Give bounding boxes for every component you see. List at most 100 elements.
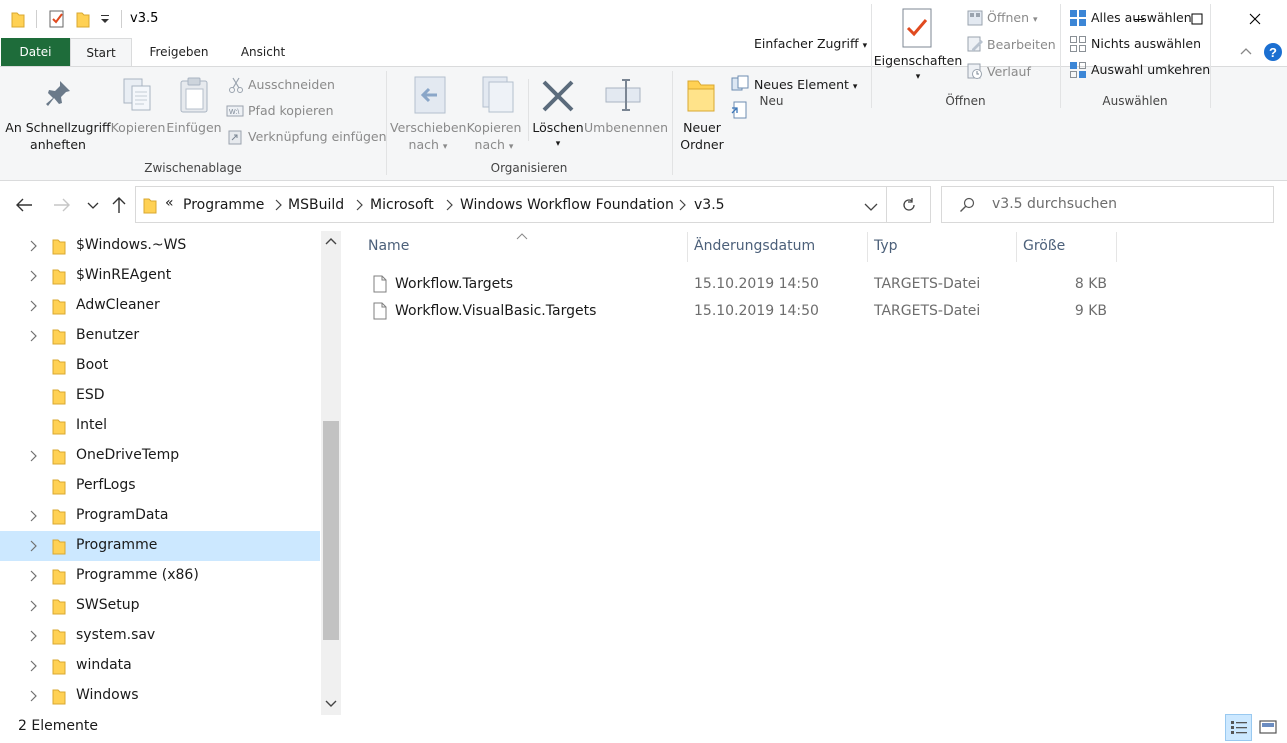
large-icons-view-button[interactable] [1255, 714, 1282, 741]
column-header-date[interactable]: Änderungsdatum [694, 238, 815, 254]
breadcrumb-separator-icon[interactable] [274, 199, 282, 214]
details-view-icon [1230, 720, 1248, 739]
rename-button[interactable]: Umbenennen [584, 119, 668, 136]
chevron-right-icon[interactable] [29, 540, 37, 555]
chevron-right-icon[interactable] [29, 240, 37, 255]
file-type: TARGETS-Datei [874, 276, 981, 292]
chevron-right-icon[interactable] [29, 660, 37, 675]
address-history-chevron-down-icon[interactable] [864, 201, 878, 215]
column-divider[interactable] [1116, 232, 1117, 262]
properties-quick-icon[interactable] [48, 10, 66, 31]
tree-item[interactable]: $Windows.~WS [0, 231, 320, 261]
scroll-up-icon[interactable] [325, 236, 337, 250]
breadcrumb-separator-icon[interactable] [355, 199, 363, 214]
breadcrumb-windows-workflow-foundation[interactable]: Windows Workflow Foundation [460, 197, 674, 213]
tree-item[interactable]: $WinREAgent [0, 261, 320, 291]
paste-button[interactable]: Einfügen [166, 119, 222, 136]
chevron-right-icon[interactable] [29, 570, 37, 585]
chevron-right-icon[interactable] [29, 270, 37, 285]
column-header-name[interactable]: Name [368, 238, 409, 254]
back-icon[interactable] [15, 197, 33, 216]
select-all-button[interactable]: Alles auswählen [1091, 8, 1192, 28]
tree-item[interactable]: ProgramData [0, 501, 320, 531]
tree-item[interactable]: AdwCleaner [0, 291, 320, 321]
easy-access-button[interactable]: Einfacher Zugriff ▾ [754, 34, 867, 54]
breadcrumb-overflow[interactable]: « [165, 195, 174, 211]
invert-selection-button[interactable]: Auswahl umkehren [1091, 60, 1210, 80]
tree-item[interactable]: windata [0, 651, 320, 681]
new-item-button[interactable]: Neues Element ▾ [754, 75, 857, 95]
breadcrumb-separator-icon[interactable] [445, 199, 453, 214]
chevron-right-icon[interactable] [29, 510, 37, 525]
help-icon[interactable]: ? [1263, 42, 1283, 65]
copy-path-button[interactable]: Pfad kopieren [248, 101, 334, 121]
new-folder-button[interactable]: Neuer Ordner [676, 119, 728, 153]
chevron-right-icon[interactable] [29, 600, 37, 615]
pin-to-quick-access-button[interactable]: An Schnellzugriff anheften [2, 119, 114, 153]
recent-locations-icon[interactable] [87, 200, 99, 214]
file-row[interactable]: Workflow.VisualBasic.Targets 15.10.2019 1… [366, 298, 1116, 325]
chevron-right-icon[interactable] [29, 330, 37, 345]
paste-shortcut-button[interactable]: Verknüpfung einfügen [248, 127, 387, 147]
tree-item[interactable]: Windows [0, 681, 320, 711]
new-folder-quick-icon[interactable] [76, 10, 90, 31]
customize-quick-access-icon[interactable] [100, 12, 110, 29]
properties-button[interactable]: Eigenschaften ▾ [872, 52, 964, 86]
address-bar[interactable]: « Programme MSBuild Microsoft Windows Wo… [135, 186, 887, 223]
tree-item-label: Programme [76, 537, 158, 553]
breadcrumb-separator-icon[interactable] [678, 199, 686, 214]
chevron-right-icon[interactable] [29, 300, 37, 315]
details-view-button[interactable] [1225, 714, 1252, 741]
tree-item[interactable]: ESD [0, 381, 320, 411]
forward-icon[interactable] [53, 197, 71, 216]
delete-button[interactable]: Löschen ▾ [530, 119, 586, 153]
tree-item[interactable]: OneDriveTemp [0, 441, 320, 471]
copy-button[interactable]: Kopieren [108, 119, 168, 136]
search-box[interactable]: v3.5 durchsuchen [941, 186, 1274, 223]
tree-item[interactable]: Boot [0, 351, 320, 381]
breadcrumb-msbuild[interactable]: MSBuild [288, 197, 344, 213]
tab-freigeben[interactable]: Freigeben [138, 38, 220, 66]
tree-item[interactable]: Intel [0, 411, 320, 441]
chevron-right-icon[interactable] [29, 450, 37, 465]
move-to-button[interactable]: Verschieben nach ▾ [390, 119, 466, 156]
chevron-right-icon[interactable] [29, 630, 37, 645]
up-icon[interactable] [111, 196, 127, 217]
file-name: Workflow.VisualBasic.Targets [395, 303, 597, 319]
tree-item[interactable]: PerfLogs [0, 471, 320, 501]
tree-item[interactable]: SWSetup [0, 591, 320, 621]
tab-start[interactable]: Start [70, 38, 132, 67]
tab-datei[interactable]: Datei [1, 38, 70, 66]
tree-item[interactable]: Programme [0, 531, 320, 561]
tree-item[interactable]: Programme (x86) [0, 561, 320, 591]
breadcrumb-programme[interactable]: Programme [183, 197, 264, 213]
nav-scrollbar-thumb[interactable] [323, 421, 339, 640]
scroll-down-icon[interactable] [325, 697, 337, 711]
column-header-size[interactable]: Größe [1023, 238, 1065, 254]
select-none-button[interactable]: Nichts auswählen [1091, 34, 1201, 54]
refresh-button[interactable] [887, 186, 931, 223]
tree-item-label: Windows [76, 687, 139, 703]
column-divider[interactable] [687, 232, 688, 262]
tab-ansicht[interactable]: Ansicht [230, 38, 296, 66]
breadcrumb-v3-5[interactable]: v3.5 [694, 197, 725, 213]
column-divider[interactable] [1016, 232, 1017, 262]
cut-button[interactable]: Ausschneiden [248, 75, 335, 95]
breadcrumb-microsoft[interactable]: Microsoft [370, 197, 434, 213]
edit-button[interactable]: Bearbeiten [987, 35, 1056, 55]
tree-item[interactable]: Benutzer [0, 321, 320, 351]
open-button[interactable]: Öffnen ▾ [987, 8, 1038, 28]
file-row[interactable]: Workflow.Targets 15.10.2019 14:50 TARGETS-… [366, 271, 1116, 298]
search-input[interactable]: v3.5 durchsuchen [992, 196, 1117, 212]
chevron-right-icon[interactable] [29, 690, 37, 705]
history-button[interactable]: Verlauf [987, 62, 1031, 82]
column-header-type[interactable]: Typ [874, 238, 898, 254]
tree-item[interactable]: system.sav [0, 621, 320, 651]
select-all-icon [1069, 9, 1087, 30]
tree-item-label: OneDriveTemp [76, 447, 180, 463]
collapse-ribbon-icon[interactable] [1240, 46, 1252, 60]
close-button[interactable] [1226, 0, 1284, 38]
properties-icon [901, 8, 933, 51]
column-divider[interactable] [867, 232, 868, 262]
copy-to-button[interactable]: Kopieren nach ▾ [462, 119, 526, 156]
